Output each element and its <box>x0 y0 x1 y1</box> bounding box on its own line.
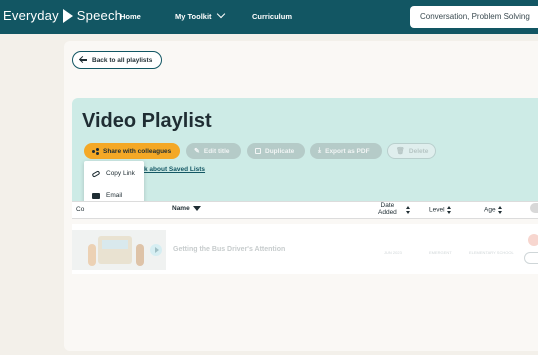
logo-word-left: Everyday <box>3 8 59 23</box>
date-header-line2: Added <box>378 209 397 216</box>
row-age: ELEMENTARY SCHOOL <box>469 250 514 255</box>
arrow-left-icon <box>80 59 87 61</box>
name-header-label: Name <box>172 205 190 212</box>
back-button-label: Back to all playlists <box>92 56 153 64</box>
back-to-playlists-button[interactable]: Back to all playlists <box>72 51 162 69</box>
table-header: Co Name Date Added Level Age <box>72 201 538 219</box>
share-dropdown-menu: Copy Link Email <box>84 161 144 206</box>
sort-down-icon <box>192 205 201 211</box>
download-icon: ⤓ <box>318 147 322 154</box>
nav-my-toolkit-menu[interactable]: My Toolkit <box>175 9 225 21</box>
duplicate-icon <box>255 148 261 154</box>
row-level: EMERGENT <box>429 250 452 255</box>
share-button-label: Share with colleagues <box>103 147 172 155</box>
email-label: Email <box>106 192 123 199</box>
nav-my-toolkit-label: My Toolkit <box>175 12 212 21</box>
date-header-line1: Date <box>380 202 395 209</box>
copy-link-label: Copy Link <box>106 170 135 177</box>
column-header-name[interactable]: Name <box>172 205 201 212</box>
logo-play-icon <box>62 8 73 23</box>
sort-icon[interactable] <box>406 206 411 214</box>
share-with-colleagues-button[interactable]: Share with colleagues <box>84 143 180 159</box>
export-pdf-label: Export as PDF <box>325 147 370 155</box>
delete-button[interactable]: 🗑 Delete <box>387 143 436 159</box>
bus-illustration <box>98 236 132 264</box>
link-icon <box>91 169 101 178</box>
logo-word-right: Speech <box>76 8 123 23</box>
edit-title-label: Edit title <box>203 147 230 155</box>
age-header-label: Age <box>484 206 496 214</box>
export-pdf-button[interactable]: ⤓ Export as PDF <box>310 143 382 159</box>
copy-link-menu-item[interactable]: Copy Link <box>91 169 135 178</box>
trash-icon: 🗑 <box>396 148 405 155</box>
child-illustration <box>88 244 96 266</box>
everyday-speech-logo[interactable]: Everyday Speech <box>3 8 122 23</box>
pencil-icon: ✎ <box>194 148 200 155</box>
page-title: Video Playlist <box>82 110 212 132</box>
sort-icon <box>446 206 452 214</box>
video-title[interactable]: Getting the Bus Driver's Attention <box>173 246 285 253</box>
child-illustration <box>136 244 144 266</box>
row-action-button[interactable] <box>524 252 538 264</box>
sort-icon <box>497 206 503 214</box>
duplicate-button[interactable]: Duplicate <box>247 143 305 159</box>
top-navigation-bar: Everyday Speech Home My Toolkit Curricul… <box>0 0 538 34</box>
column-header-date-added[interactable]: Date Added <box>378 202 397 216</box>
row-date: JUN 2023 <box>384 250 402 255</box>
envelope-icon <box>92 192 100 199</box>
column-header-level[interactable]: Level <box>429 206 452 214</box>
nav-home-link[interactable]: Home <box>120 12 141 21</box>
chevron-down-icon <box>216 9 225 19</box>
share-icon <box>92 147 99 155</box>
table-row[interactable]: Getting the Bus Driver's Attention JUN 2… <box>72 224 538 274</box>
level-header-label: Level <box>429 206 445 214</box>
duplicate-label: Duplicate <box>265 147 295 155</box>
nav-curriculum-link[interactable]: Curriculum <box>252 12 292 21</box>
search-input[interactable]: Conversation, Problem Solving <box>410 6 538 28</box>
play-icon[interactable] <box>150 244 162 256</box>
email-menu-item[interactable]: Email <box>92 192 122 199</box>
header-toggle[interactable] <box>530 203 538 213</box>
delete-label: Delete <box>408 147 429 155</box>
saved-lists-help-link[interactable]: k about Saved Lists <box>144 166 205 173</box>
remove-icon[interactable] <box>528 234 538 246</box>
edit-title-button[interactable]: ✎ Edit title <box>186 143 241 159</box>
column-header-cut: Co <box>76 206 85 213</box>
column-header-age[interactable]: Age <box>484 206 503 214</box>
